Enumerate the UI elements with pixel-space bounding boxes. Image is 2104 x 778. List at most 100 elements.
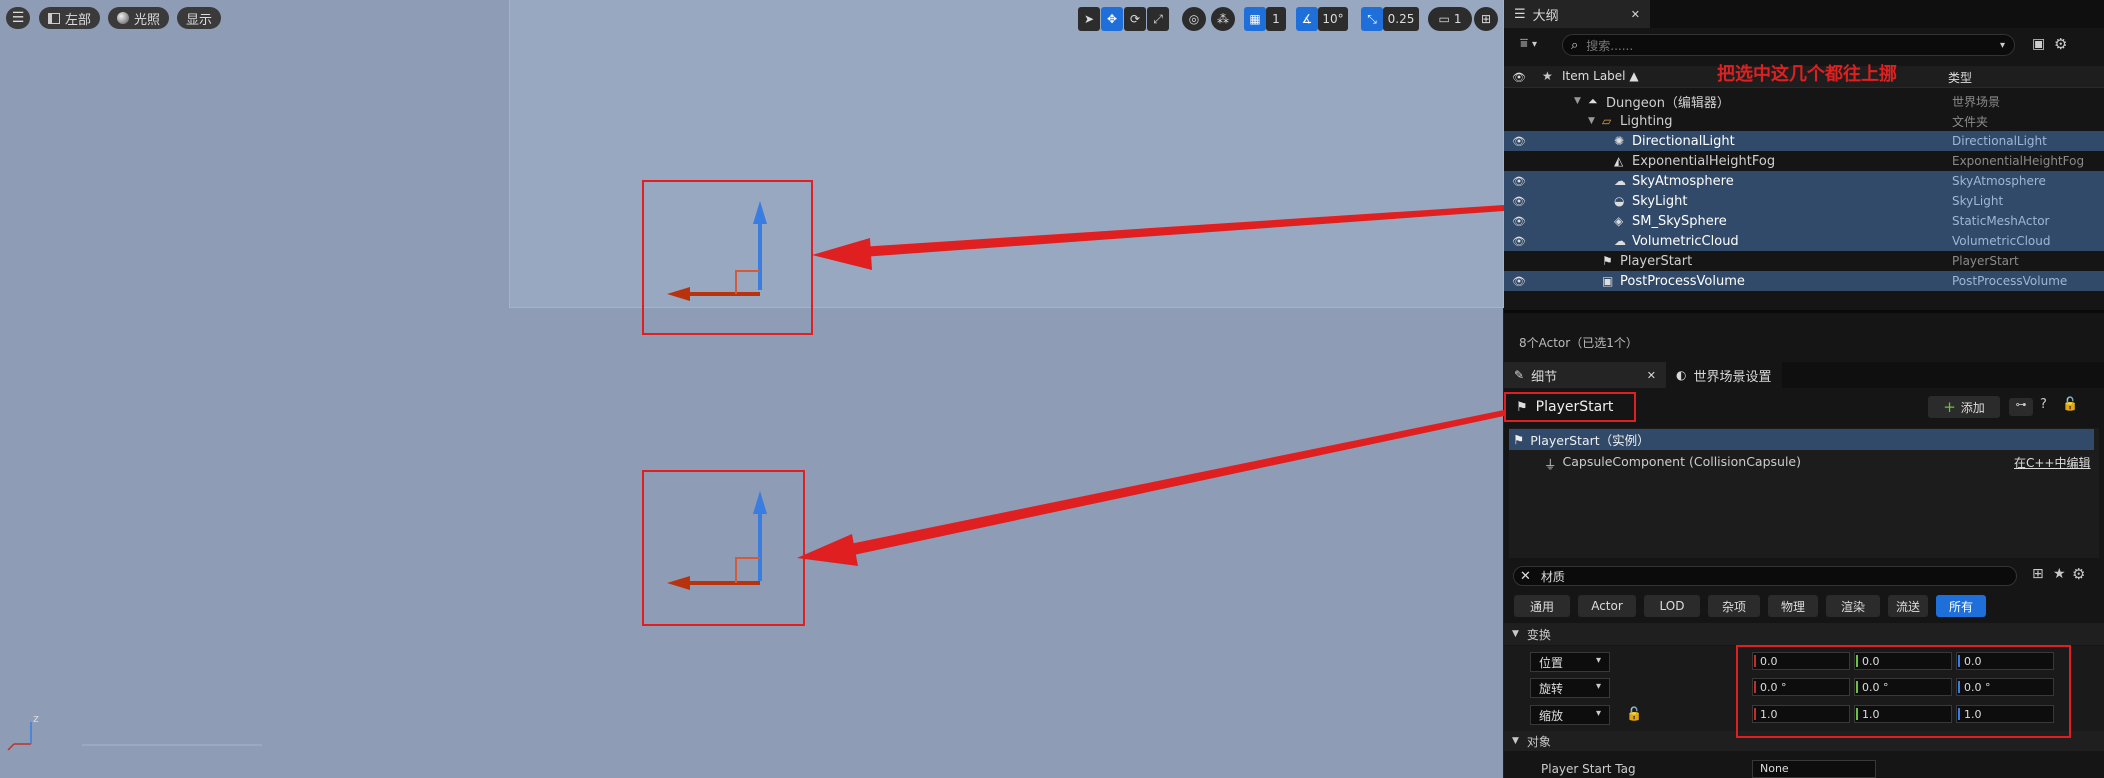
outliner-row[interactable]: 👁 ☁ VolumetricCloud VolumetricCloud [1504,231,2104,251]
player-start-tag-field[interactable]: None [1752,760,1876,778]
outliner-row[interactable]: 👁 ✺ DirectionalLight DirectionalLight [1504,131,2104,151]
level-icon: ⏶ [1588,93,1598,108]
details-tab-bar: ✎ 细节 ✕ ◐ 世界场景设置 [1504,362,2104,388]
actor-name: PlayerStart [1535,399,1614,415]
outliner-row[interactable]: 👁 ▣ PostProcessVolume PostProcessVolume [1504,271,2104,291]
category-button[interactable]: 渲染 [1826,595,1880,617]
expand-triangle-icon[interactable]: ▼ [1588,116,1595,126]
plus-icon: + [1943,398,1956,416]
visibility-column-eye-icon: 👁 [1512,70,1526,84]
sky-atmosphere-icon: ☁ [1614,174,1626,188]
location-label: 位置 [1539,655,1564,670]
outliner-icon: ☰ [1514,6,1526,22]
filter-button[interactable]: ⩸ ▾ [1520,36,1537,51]
help-icon[interactable]: ? [2040,397,2047,412]
outliner-search-input[interactable]: ⌕ 搜索...... ▾ [1562,34,2015,56]
scale-label: 缩放 [1539,708,1564,723]
object-section-title: 对象 [1526,734,1551,749]
chevron-down-icon[interactable]: ▾ [2000,40,2005,51]
level-viewport[interactable]: ☰ 左部 光照 显示 ➤ ✥ ⟳ ⤢ ◎ ⁂ ▦ 1 ∡ 10° ⤡ 0.25 … [0,0,1504,778]
add-component-button[interactable]: + 添加 [1928,396,2000,418]
splitter[interactable] [1504,310,2104,313]
rotation-mode-combo[interactable]: 旋转 ▾ [1530,678,1610,698]
outliner-item-type: PlayerStart [1952,254,2019,268]
chevron-down-icon: ▾ [1595,708,1601,719]
fog-icon: ◭ [1614,154,1624,168]
outliner-item-label: SkyLight [1632,193,1688,209]
settings-gear-icon[interactable]: ⚙ [2072,565,2085,583]
player-start-icon: ⚑ [1513,432,1525,447]
chevron-down-icon: ▾ [1595,681,1601,692]
outliner-item-type: 文件夹 [1952,114,1989,129]
location-mode-combo[interactable]: 位置 ▾ [1530,652,1610,672]
actor-name-box[interactable]: ⚑ PlayerStart [1504,392,1636,422]
filter-icon: ⩸ [1520,36,1528,51]
favorite-star-icon[interactable]: ★ [2053,566,2066,582]
category-button[interactable]: LOD [1644,595,1700,617]
outliner-item-type: StaticMeshActor [1952,214,2050,228]
outliner-item-type: SkyAtmosphere [1952,174,2046,188]
clear-x-icon[interactable]: ✕ [1520,569,1531,584]
table-view-icon[interactable]: ⊞ [2032,566,2044,582]
pencil-icon: ✎ [1514,368,1525,382]
outliner-row[interactable]: ◭ ExponentialHeightFog ExponentialHeightFo… [1504,151,2104,171]
visibility-eye-icon[interactable]: 👁 [1512,134,1526,148]
outliner-item-label: Lighting [1620,113,1673,129]
outliner-item-label: PlayerStart [1620,253,1693,269]
category-button[interactable]: Actor [1578,595,1636,617]
scale-lock-icon[interactable]: 🔓 [1626,707,1642,722]
world-settings-tab[interactable]: ◐ 世界场景设置 [1666,362,1782,388]
visibility-eye-icon[interactable]: 👁 [1512,274,1526,288]
details-tab[interactable]: ✎ 细节 ✕ [1504,362,1666,388]
sky-sphere-icon: ◈ [1614,214,1624,228]
outliner-row[interactable]: ▼ ⏶ Dungeon（编辑器） 世界场景 [1504,91,2104,111]
transform-section-title: 变换 [1526,627,1551,642]
annotation-box-transform [1736,645,2071,738]
scale-mode-combo[interactable]: 缩放 ▾ [1530,705,1610,725]
pin-column-star-icon: ★ [1542,69,1553,83]
folder-icon: ▱ [1602,114,1612,128]
outliner-item-type: SkyLight [1952,194,2004,208]
visibility-eye-icon[interactable]: 👁 [1512,174,1526,188]
property-filter-input[interactable]: ✕ 材质 [1513,566,2017,586]
outliner-row[interactable]: ⚑ PlayerStart PlayerStart [1504,251,2104,271]
category-button[interactable]: 杂项 [1708,595,1760,617]
visibility-eye-icon[interactable]: 👁 [1512,214,1526,228]
category-button[interactable]: 物理 [1768,595,1818,617]
edit-in-cpp-link[interactable]: 在C++中编辑 [2014,454,2091,471]
outliner-item-type: VolumetricCloud [1952,234,2051,248]
category-button[interactable]: 通用 [1514,595,1570,617]
settings-gear-icon[interactable]: ⚙ [2054,35,2067,53]
close-icon[interactable]: ✕ [1647,369,1656,382]
transform-section-header[interactable]: ▼ 变换 [1504,623,2104,645]
outliner-row[interactable]: ▼ ▱ Lighting 文件夹 [1504,111,2104,131]
outliner-row[interactable]: 👁 ☁ SkyAtmosphere SkyAtmosphere [1504,171,2104,191]
lock-icon[interactable]: 🔓 [2062,397,2078,412]
outliner-item-label: PostProcessVolume [1620,273,1745,289]
expand-triangle-icon[interactable]: ▼ [1574,96,1581,106]
add-label: 添加 [1960,400,1985,415]
type-column-header[interactable]: 类型 [1948,69,1972,86]
component-row-instance[interactable]: ⚑ PlayerStart（实例） [1509,429,2094,450]
outliner-item-label: ExponentialHeightFog [1632,153,1776,169]
visibility-eye-icon[interactable]: 👁 [1512,194,1526,208]
capsule-label: CapsuleComponent (CollisionCapsule) [1562,454,1802,469]
component-row-capsule[interactable]: ⏚ CapsuleComponent (CollisionCapsule) [1544,454,1801,473]
add-folder-icon[interactable]: ▣ [2032,36,2045,52]
cloud-icon: ☁ [1614,234,1626,248]
item-label-column-header[interactable]: Item Label ▲ [1562,69,1639,83]
chevron-down-icon: ▾ [1532,39,1538,50]
outliner-tab[interactable]: ☰ 大纲 ✕ [1504,0,1650,28]
close-icon[interactable]: ✕ [1631,8,1640,21]
instance-label: PlayerStart（实例） [1530,433,1650,448]
outliner-item-type: PostProcessVolume [1952,274,2068,288]
category-button[interactable]: 所有 [1936,595,1986,617]
outliner-row[interactable]: 👁 ◒ SkyLight SkyLight [1504,191,2104,211]
category-button[interactable]: 流送 [1888,595,1928,617]
property-filter-value: 材质 [1540,569,1565,584]
axis-indicator [7,722,32,751]
collapse-triangle-icon: ▼ [1512,629,1519,639]
visibility-eye-icon[interactable]: 👁 [1512,234,1526,248]
blueprint-icon[interactable]: ⊶ [2009,398,2033,416]
outliner-row[interactable]: 👁 ◈ SM_SkySphere StaticMeshActor [1504,211,2104,231]
